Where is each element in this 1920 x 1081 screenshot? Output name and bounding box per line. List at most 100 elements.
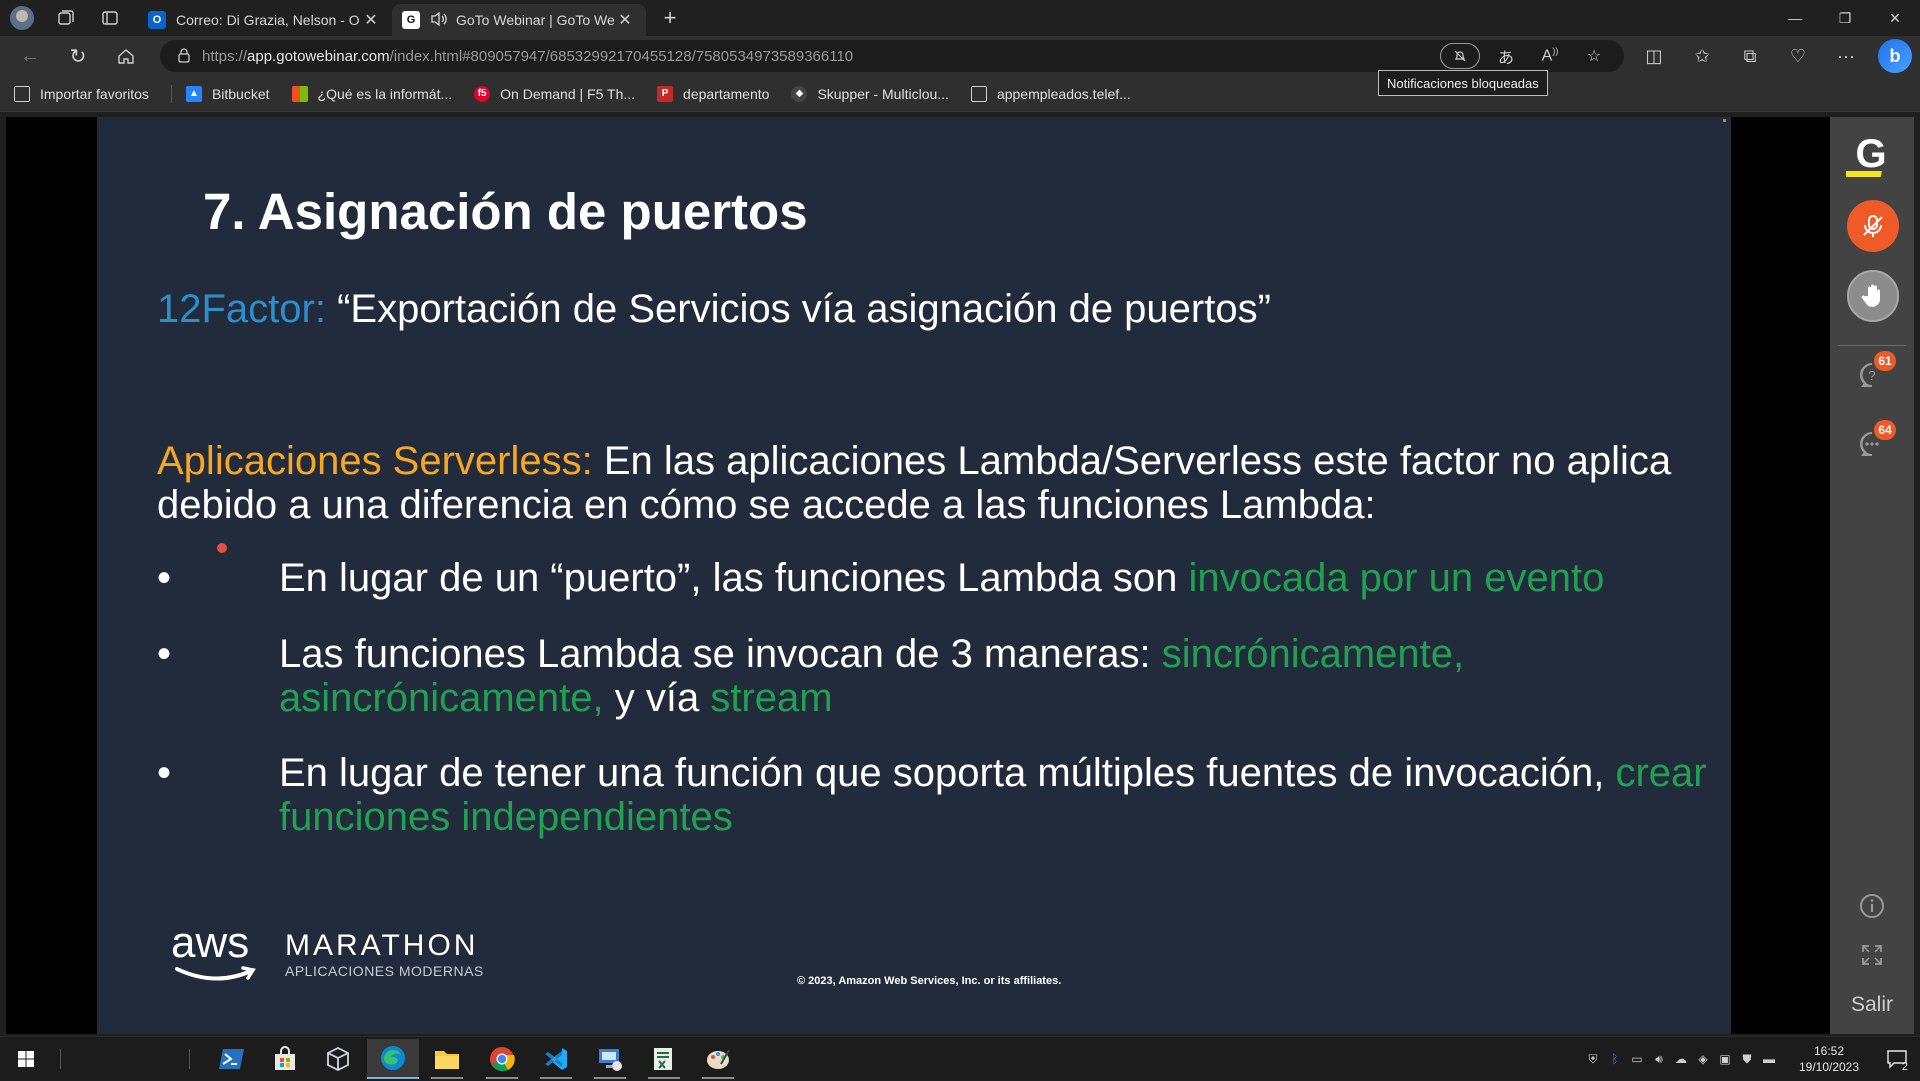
translate-icon[interactable]: あ	[1484, 44, 1528, 68]
search-box[interactable]	[50, 1039, 190, 1079]
edge-app[interactable]	[367, 1039, 419, 1079]
vscode-app[interactable]	[530, 1039, 582, 1079]
network-icon[interactable]: ▭	[1626, 1052, 1648, 1066]
close-icon[interactable]: ✕	[614, 10, 636, 30]
info-icon	[1860, 894, 1884, 918]
favorite-appempleados[interactable]: appempleados.telef...	[970, 85, 1131, 102]
start-button[interactable]	[0, 1039, 52, 1079]
vpn-icon[interactable]: ◈	[1692, 1052, 1714, 1066]
chat-button[interactable]: 64	[1852, 420, 1896, 464]
outlook-icon: O	[148, 11, 166, 29]
favorite-label: ¿Qué es la informát...	[317, 85, 453, 102]
bluetooth-icon[interactable]: ᛒ	[1604, 1052, 1626, 1066]
3d-viewer-app[interactable]	[312, 1039, 364, 1079]
browser-essentials-icon[interactable]: ♡	[1774, 46, 1822, 67]
favorite-bitbucket[interactable]: ▲ Bitbucket	[185, 85, 270, 102]
info-button[interactable]	[1852, 886, 1892, 926]
restore-button[interactable]: ❐	[1820, 0, 1870, 36]
favorite-label: appempleados.telef...	[996, 85, 1131, 102]
powershell-icon	[219, 1049, 244, 1069]
import-icon	[14, 85, 30, 102]
f5-icon: f5	[474, 85, 491, 102]
favorites-bar: Importar favoritos ▲ Bitbucket ¿Qué es l…	[0, 76, 1920, 112]
svg-text:G: G	[1855, 133, 1886, 176]
paint-app[interactable]	[692, 1039, 744, 1079]
laser-pointer	[217, 543, 227, 553]
tab-goto-webinar[interactable]: G GoTo Webinar | GoTo Webinar ✕	[392, 4, 646, 36]
microphone-button[interactable]	[1847, 200, 1899, 252]
back-button[interactable]: ←	[6, 36, 54, 76]
divider	[170, 84, 172, 103]
tab-outlook[interactable]: O Correo: Di Grazia, Nelson - Outlook ✕	[138, 4, 392, 36]
slide-subtitle: 12Factor: “Exportación de Servicios vía …	[157, 287, 1271, 332]
questions-button[interactable]: ? 61	[1852, 351, 1896, 395]
favorite-departamento[interactable]: P departamento	[657, 85, 769, 102]
chrome-app[interactable]	[476, 1039, 528, 1079]
close-window-button[interactable]: ✕	[1870, 0, 1920, 36]
tab-actions-icon[interactable]	[88, 0, 132, 36]
read-aloud-icon[interactable]: A))	[1528, 46, 1572, 65]
system-tray: ⛨ ᛒ ▭ 🔊︎ ☁ ◈ ▣ ⛊ ▬	[1582, 1037, 1780, 1081]
bullet-text: En lugar de un “puerto”, las funciones L…	[279, 556, 1717, 600]
windows-taskbar: ⛨ ᛒ ▭ 🔊︎ ☁ ◈ ▣ ⛊ ▬ 16:52 19/10/2023 2	[0, 1036, 1920, 1080]
url-scheme: https://	[202, 47, 248, 65]
security-icon[interactable]: ⛨	[1582, 1052, 1604, 1067]
close-icon[interactable]: ✕	[360, 10, 382, 30]
clock-time: 16:52	[1813, 1044, 1845, 1058]
exit-button[interactable]: Salir	[1830, 993, 1914, 1017]
excel-app[interactable]	[638, 1039, 690, 1079]
minimize-button[interactable]: —	[1770, 0, 1820, 36]
remote-desktop-app[interactable]	[584, 1039, 636, 1079]
favorites-icon[interactable]: ✩	[1678, 46, 1726, 67]
raise-hand-button[interactable]	[1847, 270, 1899, 322]
divider	[1838, 345, 1906, 346]
profile-button[interactable]	[0, 0, 44, 36]
favorite-skupper[interactable]: ◆ Skupper - Multiclou...	[791, 85, 949, 102]
notifications-blocked-icon[interactable]	[1440, 43, 1480, 69]
bullet-marker: •	[157, 632, 172, 676]
bullet-plain: Las funciones Lambda se invocan de 3 man…	[279, 632, 1162, 676]
bullet-marker: •	[157, 751, 172, 795]
onedrive-icon[interactable]: ☁	[1670, 1052, 1692, 1066]
svg-text:?: ?	[1868, 368, 1875, 383]
url-domain: app.gotowebinar.com	[247, 47, 390, 65]
aws-wordmark: aws	[171, 918, 250, 967]
new-tab-button[interactable]: +	[650, 5, 690, 31]
browser-toolbar: ← ↻ https://app.gotowebinar.com/index.ht…	[0, 36, 1920, 76]
store-app[interactable]	[259, 1039, 311, 1079]
url-path: /index.html#809057947/68532992170455128/…	[389, 47, 854, 65]
file-explorer-app[interactable]	[421, 1039, 473, 1079]
battery-icon[interactable]: ▬	[1758, 1052, 1780, 1066]
goto-control-panel: G ? 61 64 Salir	[1830, 117, 1914, 1034]
chrome-icon	[490, 1047, 515, 1072]
favorite-label: Bitbucket	[211, 85, 270, 102]
refresh-button[interactable]: ↻	[54, 36, 102, 76]
questions-badge: 61	[1874, 351, 1896, 371]
collections-icon[interactable]: ⧉	[1726, 46, 1774, 67]
decorative-dot	[1723, 119, 1726, 122]
address-bar[interactable]: https://app.gotowebinar.com/index.html#8…	[160, 40, 1624, 72]
home-button[interactable]	[102, 36, 150, 76]
defender-icon[interactable]: ⛊	[1736, 1052, 1758, 1067]
split-screen-icon[interactable]: ◫	[1630, 46, 1678, 67]
favorite-import[interactable]: Importar favoritos	[14, 85, 149, 102]
copilot-icon[interactable]: b	[1878, 39, 1912, 73]
volume-icon[interactable]: 🔊︎	[1648, 1052, 1670, 1067]
more-options-icon[interactable]: ···	[1822, 46, 1870, 67]
bullet-text: En lugar de tener una función que soport…	[279, 751, 1717, 839]
copyright-text: © 2023, Amazon Web Services, Inc. or its…	[797, 975, 1062, 987]
favorite-star-icon[interactable]: ☆	[1572, 46, 1616, 66]
favorite-f5[interactable]: f5 On Demand | F5 Th...	[474, 85, 635, 102]
favorite-que-es[interactable]: ¿Qué es la informát...	[291, 85, 453, 102]
speaker-icon[interactable]	[430, 11, 448, 30]
powershell-app[interactable]	[206, 1039, 258, 1079]
url-text[interactable]: https://app.gotowebinar.com/index.html#8…	[202, 48, 853, 65]
fullscreen-button[interactable]	[1852, 935, 1892, 975]
lock-icon[interactable]	[166, 47, 202, 66]
teams-icon[interactable]: ▣	[1714, 1052, 1736, 1066]
subtitle-accent: 12Factor:	[157, 287, 326, 331]
clock[interactable]: 16:52 19/10/2023	[1786, 1043, 1872, 1075]
workspaces-icon[interactable]	[44, 0, 88, 36]
notification-center-button[interactable]: 2	[1880, 1043, 1914, 1075]
bullet-item: • Las funciones Lambda se invocan de 3 m…	[157, 632, 1717, 720]
